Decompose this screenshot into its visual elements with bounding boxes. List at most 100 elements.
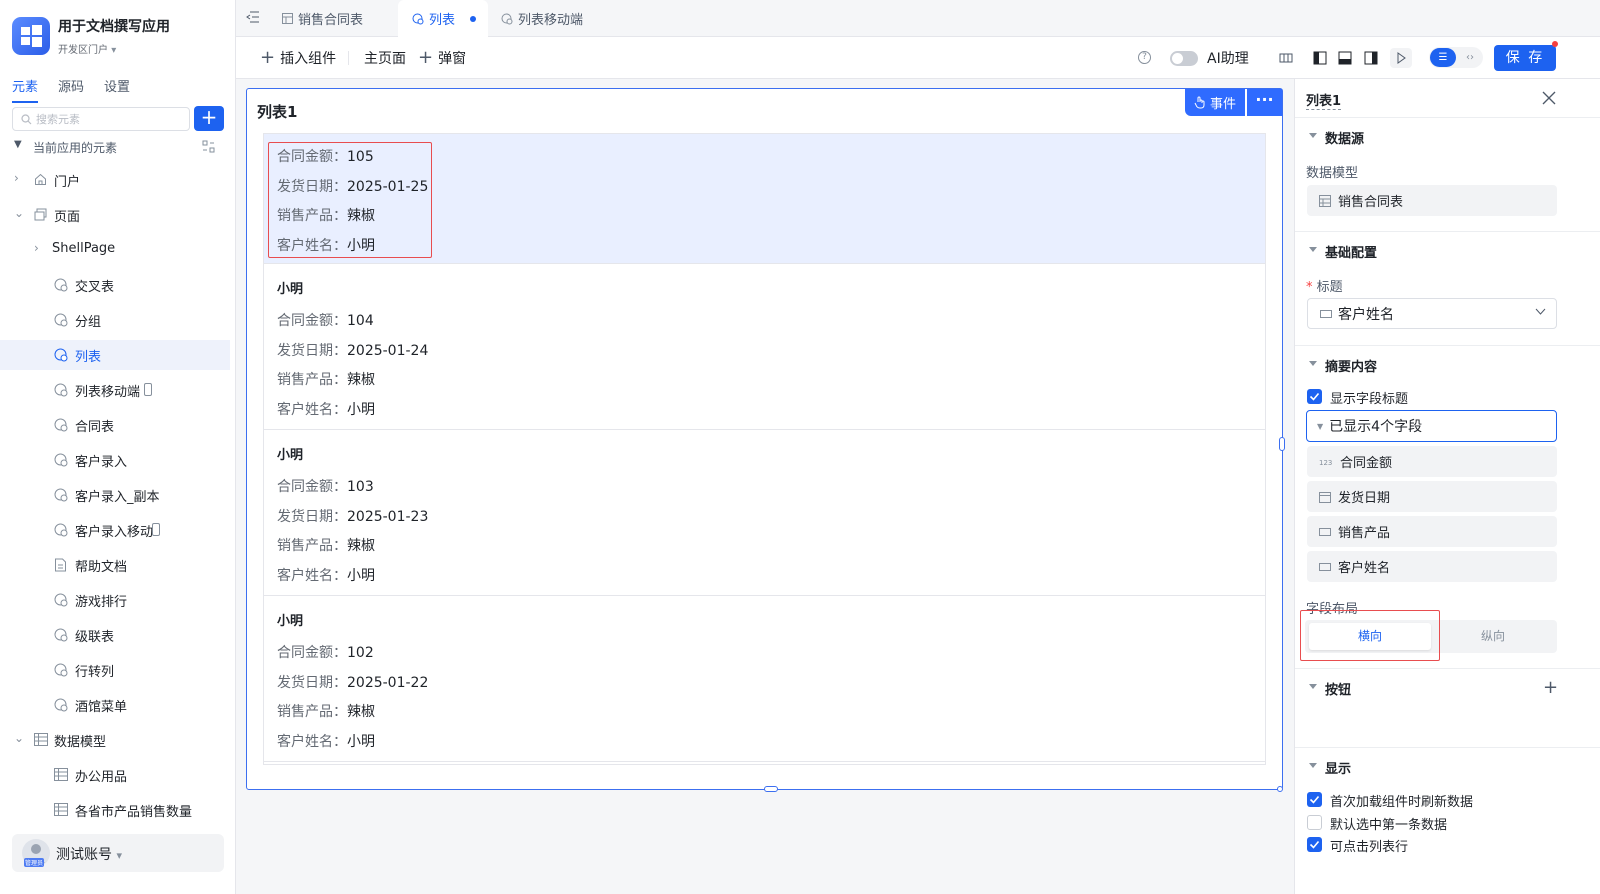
list-item-field: 销售产品：辣椒 [277, 369, 375, 389]
add-button-icon[interactable]: + [1543, 677, 1558, 698]
shown-fields-toggle[interactable]: ▼ 已显示4个字段 [1306, 410, 1557, 442]
tree-item-label: 级联表 [75, 630, 115, 645]
tree-item[interactable]: 列表移动端 [0, 375, 230, 405]
tree-item[interactable]: 客户录入 [0, 445, 230, 475]
tree-item-label: 各省市产品销售数量 [75, 805, 193, 820]
tree-item[interactable]: 交叉表 [0, 270, 230, 300]
tree-item[interactable]: 办公用品 [0, 760, 230, 790]
tree-item[interactable]: 客户录入移动 [0, 515, 230, 545]
layout-left-panel-icon[interactable] [1313, 51, 1327, 65]
chevron-down-icon: ▾ [116, 849, 122, 862]
mode-switch[interactable]: ☰ ‹› [1429, 47, 1483, 68]
divider [1295, 668, 1600, 669]
tree-item[interactable]: 帮助文档 [0, 550, 230, 580]
section-buttons[interactable]: 按钮 [1307, 679, 1351, 698]
search-input[interactable]: 搜索元素 [12, 107, 190, 131]
section-display[interactable]: 显示 [1307, 758, 1351, 777]
layout-bottom-panel-icon[interactable] [1338, 51, 1352, 65]
event-button[interactable]: 事件 [1185, 89, 1245, 116]
data-model-select[interactable]: 销售合同表 [1307, 185, 1557, 216]
toolbar: + 插入组件 主页面 + 弹窗 ? AI助理 ☰ ‹› [236, 37, 1600, 79]
tree-item-label: 列表 [75, 350, 102, 365]
section-summary[interactable]: 摘要内容 [1307, 356, 1377, 375]
tree-item[interactable]: 酒馆菜单 [0, 690, 230, 720]
page-item-icon [54, 348, 68, 362]
tree-root[interactable]: ▼ 当前应用的元素 [12, 139, 224, 157]
field-key: 销售产品： [277, 538, 347, 554]
tree-item[interactable]: 客户录入_副本 [0, 480, 230, 510]
tree-item[interactable]: ⌄ 页面 [0, 200, 230, 230]
layout-right-panel-icon[interactable] [1364, 51, 1378, 65]
tree-item-label: 行转列 [75, 665, 115, 680]
design-mode-icon[interactable]: ☰ [1430, 48, 1456, 67]
help-icon[interactable]: ? [1138, 51, 1151, 64]
grid-view-icon[interactable] [1279, 51, 1293, 65]
tree-item-label: 客户录入 [75, 455, 128, 470]
table-icon [54, 803, 68, 817]
summary-field-row[interactable]: 销售产品 [1307, 516, 1557, 547]
display-option-checkbox[interactable] [1307, 814, 1322, 830]
layout-vertical-option[interactable]: 纵向 [1433, 623, 1553, 650]
tree-item[interactable]: 行转列 [0, 655, 230, 685]
list-item-field: 发货日期：2025-01-22 [277, 672, 428, 692]
tree-item[interactable]: › ShellPage [0, 235, 230, 265]
resize-handle-bottom[interactable] [764, 786, 778, 792]
section-datasource[interactable]: 数据源 [1307, 128, 1364, 147]
user-account[interactable]: 管理员 测试账号 ▾ [12, 834, 224, 872]
tree-item[interactable]: 游戏排行 [0, 585, 230, 615]
tree-item[interactable]: 列表 [0, 340, 230, 370]
popup-button[interactable]: + 弹窗 [418, 48, 466, 68]
display-option-checkbox[interactable] [1307, 837, 1322, 852]
title-select[interactable]: 客户姓名 [1307, 298, 1557, 329]
save-button[interactable]: 保 存 [1494, 45, 1556, 71]
chevron-right-icon[interactable]: › [34, 241, 44, 255]
tree-item[interactable]: 合同表 [0, 410, 230, 440]
chevron-down-icon[interactable]: ⌄ [14, 731, 24, 745]
tree-item-label: ShellPage [52, 241, 116, 256]
tree-item[interactable]: 分组 [0, 305, 230, 335]
tab-source[interactable]: 源码 [58, 76, 84, 103]
tab-elements[interactable]: 元素 [12, 76, 39, 103]
ai-toggle[interactable] [1170, 51, 1198, 66]
resize-handle-corner[interactable] [1277, 786, 1283, 792]
list-item-field: 合同金额：103 [277, 476, 374, 496]
home-page-button[interactable]: 主页面 [364, 48, 406, 68]
tree-item[interactable]: ⌄ 数据模型 [0, 725, 230, 755]
insert-component-button[interactable]: + 插入组件 [260, 48, 336, 68]
tab-sales-contract[interactable]: 销售合同表 [282, 0, 363, 37]
summary-field-label: 合同金额 [1340, 456, 1393, 471]
code-mode-icon[interactable]: ‹› [1458, 48, 1482, 67]
plus-icon: + [418, 47, 434, 68]
locate-icon[interactable] [202, 140, 215, 153]
chevron-right-icon[interactable]: › [14, 171, 24, 185]
resize-handle-right[interactable] [1279, 437, 1285, 451]
tab-list[interactable]: 列表 [398, 0, 488, 37]
chevron-down-icon[interactable]: ⌄ [14, 206, 24, 220]
display-option-checkbox[interactable] [1307, 792, 1322, 807]
more-options-button[interactable]: ··· [1247, 89, 1282, 116]
section-basic[interactable]: 基础配置 [1307, 242, 1377, 261]
summary-field-label: 发货日期 [1338, 491, 1391, 506]
title-value: 客户姓名 [1338, 306, 1394, 323]
preview-play-icon[interactable] [1390, 48, 1412, 68]
collapse-sidebar-icon[interactable] [246, 11, 260, 23]
list-item[interactable]: 小明 合同金额：102 发货日期：2025-01-22 销售产品：辣椒 客户姓名：小明 [264, 596, 1265, 762]
tab-settings[interactable]: 设置 [104, 76, 130, 103]
tree-item[interactable]: 级联表 [0, 620, 230, 650]
close-icon[interactable] [1542, 91, 1556, 105]
show-field-titles-checkbox[interactable] [1307, 389, 1322, 404]
tree-item[interactable]: 各省市产品销售数量 [0, 795, 230, 825]
portal-selector[interactable]: 开发区门户 ▾ [58, 41, 116, 56]
summary-field-row[interactable]: 123 合同金额 [1307, 446, 1557, 477]
summary-field-row[interactable]: 客户姓名 [1307, 551, 1557, 582]
tab-list-mobile[interactable]: 列表移动端 [501, 0, 583, 37]
list-item-field: 发货日期：2025-01-24 [277, 340, 428, 360]
page-item-icon [54, 278, 68, 292]
list-item[interactable]: 小明 合同金额：104 发货日期：2025-01-24 销售产品：辣椒 客户姓名：小明 [264, 264, 1265, 430]
add-element-button[interactable]: + [194, 106, 224, 131]
summary-field-row[interactable]: 发货日期 [1307, 481, 1557, 512]
search-placeholder: 搜索元素 [36, 113, 80, 126]
component-name[interactable]: 列表1 [1306, 90, 1342, 110]
tree-item[interactable]: › 门户 [0, 165, 230, 195]
list-item[interactable]: 小明 合同金额：103 发货日期：2025-01-23 销售产品：辣椒 客户姓名：小明 [264, 430, 1265, 596]
